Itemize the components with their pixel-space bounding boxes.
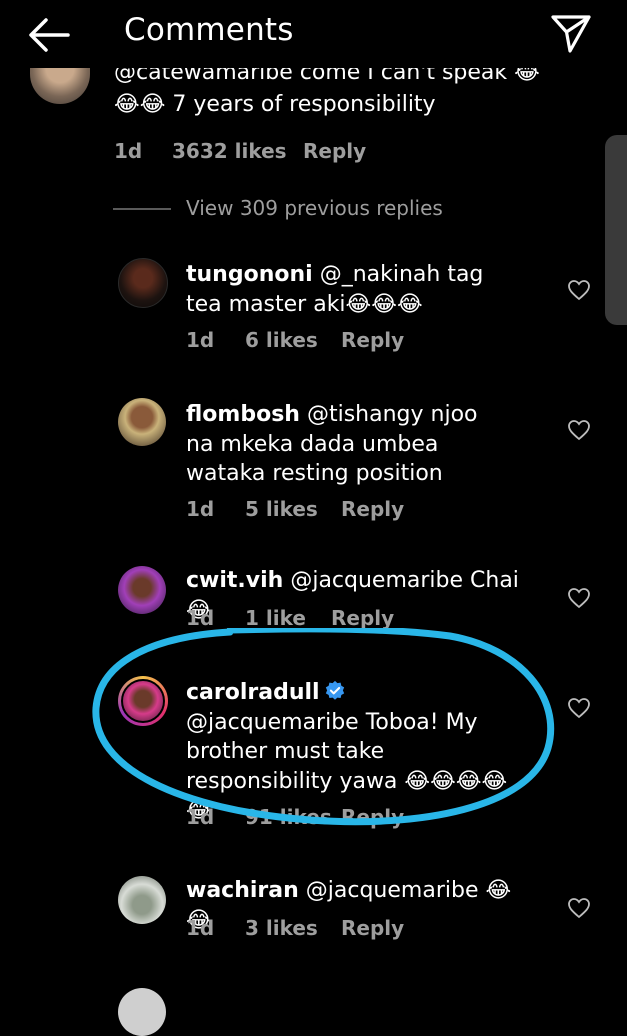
avatar[interactable] <box>118 258 168 308</box>
comment-age: 1d <box>186 497 215 521</box>
likes-count[interactable]: 3632 likes <box>172 139 303 163</box>
likes-count[interactable]: 91 likes <box>245 805 341 829</box>
comment-meta: 1d 91 likes Reply <box>186 805 404 829</box>
comment-text: carolradull @jacquemaribe Toboa! My brot… <box>186 678 526 826</box>
username[interactable]: wachiran <box>186 878 299 903</box>
comment-meta: 1d 5 likes Reply <box>186 497 404 521</box>
view-replies-label[interactable]: View 309 previous replies <box>186 196 443 220</box>
heart-icon[interactable] <box>567 696 591 720</box>
verified-badge-icon <box>325 680 344 700</box>
comment-age: 1d <box>186 805 215 829</box>
comment-age: 1d <box>186 916 215 940</box>
avatar[interactable] <box>118 988 166 1036</box>
scrollbar[interactable] <box>605 135 627 325</box>
comment-meta: 1d 3 likes Reply <box>186 916 404 940</box>
comment-age: 1d <box>114 139 143 163</box>
avatar[interactable] <box>118 876 166 924</box>
header-bar: Comments <box>0 0 627 68</box>
comment-age: 1d <box>186 328 215 352</box>
comment-text: @catewamaribe come I can't speak 😂 😂😂 7 … <box>114 66 544 120</box>
avatar[interactable] <box>118 398 166 446</box>
likes-count[interactable]: 3 likes <box>245 916 341 940</box>
likes-count[interactable]: 5 likes <box>245 497 341 521</box>
comment-age: 1d <box>186 606 215 630</box>
username[interactable]: flombosh <box>186 402 300 427</box>
avatar[interactable] <box>118 566 166 614</box>
username[interactable]: carolradull <box>186 680 320 705</box>
send-direct-icon[interactable] <box>548 10 594 56</box>
story-ring-avatar[interactable] <box>118 676 168 726</box>
view-previous-replies[interactable]: View 309 previous replies <box>113 196 513 226</box>
comment-text: tungononi @_nakinah tag tea master aki😂😂… <box>186 260 526 319</box>
likes-count[interactable]: 1 like <box>245 606 331 630</box>
comment-text-line1: @catewamaribe come I can't speak 😂 <box>114 66 540 85</box>
back-arrow-icon[interactable] <box>26 15 70 55</box>
comment-meta: 1d 3632 likes Reply <box>114 139 366 163</box>
reply-link[interactable]: Reply <box>341 805 404 829</box>
comment-meta: 1d 1 like Reply <box>186 606 394 630</box>
comment-text: flombosh @tishangy njoo na mkeka dada um… <box>186 400 506 489</box>
heart-icon[interactable] <box>567 278 591 302</box>
reply-link[interactable]: Reply <box>341 497 404 521</box>
heart-icon[interactable] <box>567 586 591 610</box>
comment-meta: 1d 6 likes Reply <box>186 328 404 352</box>
reply-link[interactable]: Reply <box>341 328 404 352</box>
reply-link[interactable]: Reply <box>303 139 366 163</box>
reply-link[interactable]: Reply <box>331 606 394 630</box>
heart-icon[interactable] <box>567 418 591 442</box>
comment-text-line2: 😂😂 7 years of responsibility <box>114 92 436 117</box>
page-title: Comments <box>124 12 294 48</box>
divider-line <box>113 208 171 210</box>
reply-link[interactable]: Reply <box>341 916 404 940</box>
username[interactable]: cwit.vih <box>186 568 283 593</box>
likes-count[interactable]: 6 likes <box>245 328 341 352</box>
username[interactable]: tungononi <box>186 262 313 287</box>
heart-icon[interactable] <box>567 896 591 920</box>
